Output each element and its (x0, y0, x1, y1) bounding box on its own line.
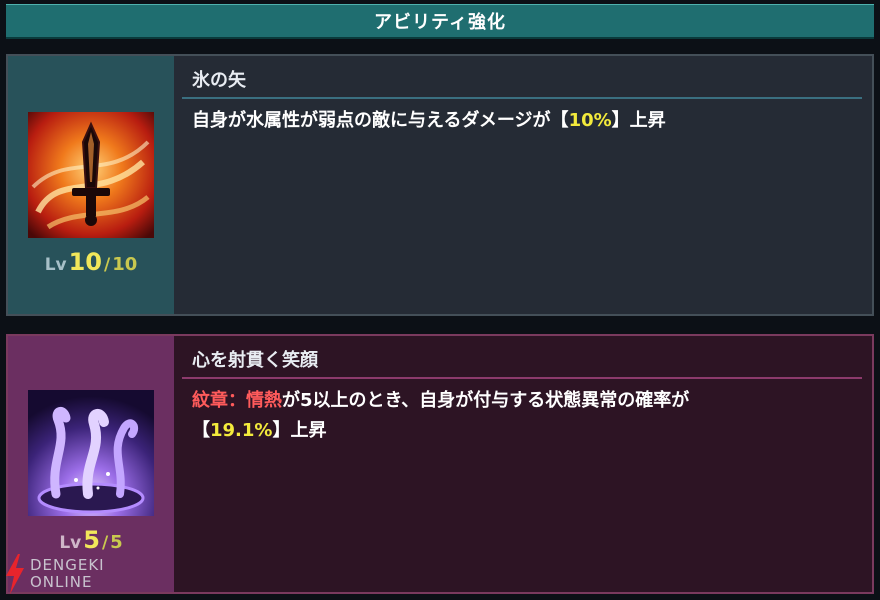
desc-value: 10% (568, 110, 612, 131)
desc-text: 】上昇 (611, 110, 666, 131)
desc-text: 】上昇 (272, 420, 327, 441)
sword-flame-icon (28, 112, 154, 238)
level-current: 10 (68, 248, 103, 276)
desc-value: 19.1% (210, 420, 273, 441)
divider (182, 97, 862, 99)
ability-name: 氷の矢 (192, 70, 246, 91)
divider (182, 377, 862, 379)
ability-details: 心を射貫く笑顔 紋章：情熱が5以上のとき、自身が付与する状態異常の確率が 【19… (174, 336, 872, 592)
ability-level: Lv 5 / 5 (59, 526, 122, 554)
watermark-line-2: ONLINE (30, 573, 93, 591)
lightning-bolt-icon (6, 554, 24, 594)
desc-text: 【 (192, 420, 210, 441)
desc-line-2: 【19.1%】上昇 (192, 416, 852, 446)
level-max: 5 (110, 532, 123, 553)
watermark: DENGEKI ONLINE (4, 552, 154, 596)
ability-description: 自身が水属性が弱点の敵に与えるダメージが【10%】上昇 (192, 106, 852, 136)
ability-level: Lv 10 / 10 (45, 248, 138, 276)
level-separator: / (101, 533, 109, 553)
tentacle-vortex-icon (28, 390, 154, 516)
desc-text: 自身が水属性が弱点の敵に与えるダメージが【 (192, 110, 569, 131)
desc-line-1: 紋章：情熱が5以上のとき、自身が付与する状態異常の確率が (192, 386, 852, 416)
level-label: Lv (44, 255, 67, 275)
section-title: アビリティ強化 (374, 12, 506, 33)
section-header: アビリティ強化 (6, 4, 874, 39)
level-max: 10 (112, 254, 138, 275)
desc-text: が5以上のとき、自身が付与する状態異常の確率が (282, 390, 690, 411)
level-current: 5 (83, 526, 100, 554)
level-label: Lv (59, 533, 82, 553)
watermark-line-1: DENGEKI (30, 556, 105, 574)
level-separator: / (104, 255, 111, 275)
ability-name: 心を射貫く笑顔 (192, 350, 318, 371)
ability-icon-panel: Lv 10 / 10 (8, 56, 174, 314)
desc-condition: 紋章：情熱 (192, 390, 282, 411)
ability-card-1[interactable]: Lv 10 / 10 氷の矢 自身が水属性が弱点の敵に与えるダメージが【10%】… (6, 54, 874, 316)
watermark-text: DENGEKI ONLINE (30, 557, 105, 591)
ability-details: 氷の矢 自身が水属性が弱点の敵に与えるダメージが【10%】上昇 (174, 56, 872, 314)
ability-description: 紋章：情熱が5以上のとき、自身が付与する状態異常の確率が 【19.1%】上昇 (192, 386, 852, 446)
